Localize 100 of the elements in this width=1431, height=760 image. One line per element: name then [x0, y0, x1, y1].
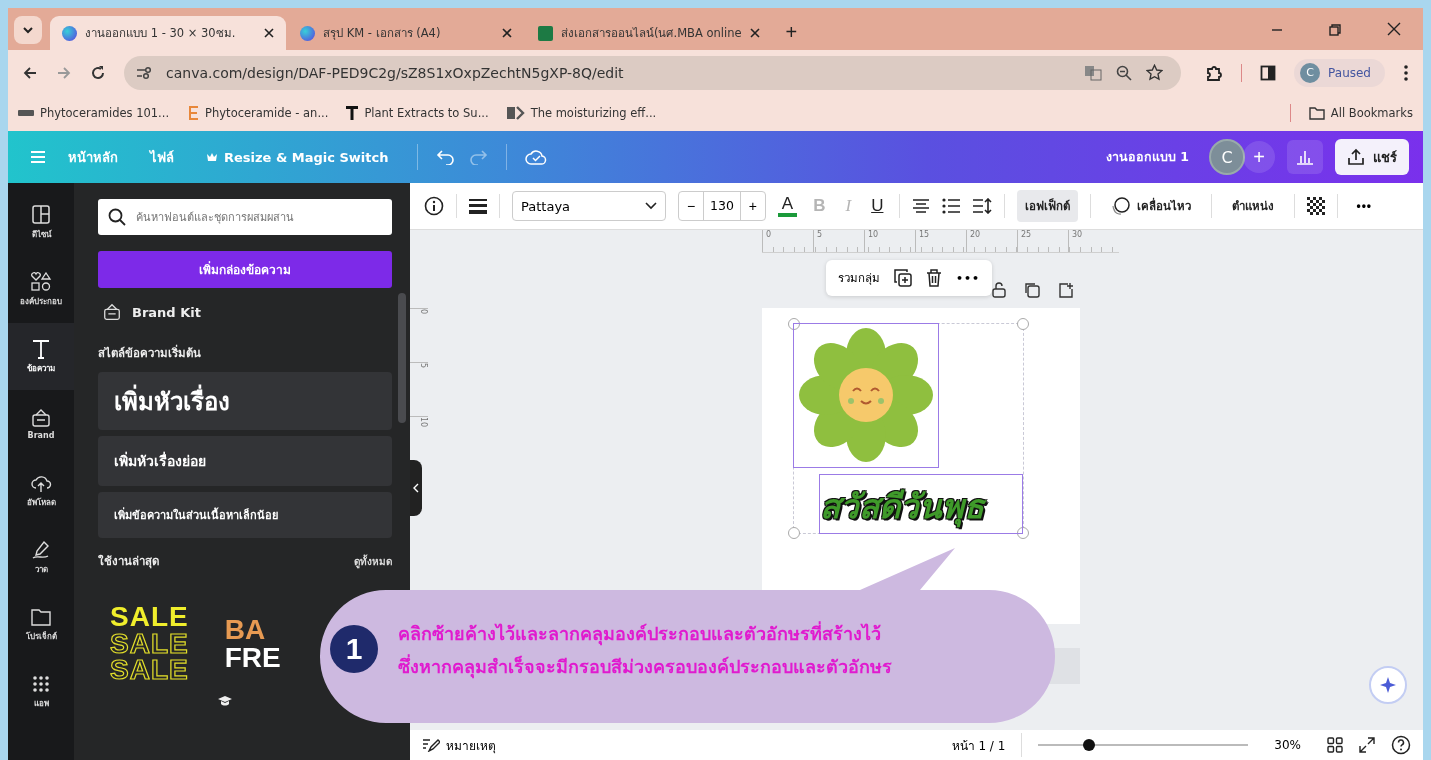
grid-view-icon[interactable]	[1327, 737, 1343, 753]
search-field[interactable]: ค้นหาฟอนต์และชุดการผสมผสาน	[98, 199, 392, 235]
back-arrow-icon[interactable]	[22, 64, 38, 81]
caret-icon[interactable]	[645, 202, 657, 210]
rail-item[interactable]: ข้อความ	[8, 323, 74, 390]
zoom-percent[interactable]: 30%	[1274, 738, 1301, 752]
star-icon[interactable]	[1146, 64, 1164, 81]
text-style-card[interactable]: เพิ่มหัวเรื่องย่อย	[98, 436, 392, 486]
profile-button[interactable]: C Paused	[1294, 58, 1385, 87]
bookmark-item[interactable]: Plant Extracts to Su...	[346, 106, 489, 120]
lock-icon[interactable]	[992, 282, 1006, 298]
chevron-left-icon[interactable]	[413, 483, 419, 493]
page-indicator[interactable]: หน้า 1 / 1	[951, 735, 1006, 755]
decrease-size-button[interactable]: −	[679, 197, 703, 215]
font-size-control[interactable]: − 130 +	[678, 191, 766, 221]
close-icon[interactable]	[502, 28, 512, 38]
crown-icon[interactable]	[206, 151, 218, 163]
notes-button[interactable]: หมายเหตุ	[422, 735, 496, 755]
animate-button[interactable]: เคลื่อนไหว	[1103, 190, 1200, 222]
layout-icon[interactable]	[30, 204, 52, 225]
duplicate-icon[interactable]	[894, 269, 912, 287]
briefcase-icon[interactable]	[30, 407, 52, 428]
font-combination-card[interactable]: SALE SALE SALE	[98, 604, 189, 684]
sparkle-icon[interactable]	[1379, 676, 1397, 694]
restore-icon[interactable]	[1329, 24, 1341, 36]
sidebar-icon[interactable]	[1260, 64, 1277, 81]
brand-kit-link[interactable]: Brand Kit	[102, 302, 392, 322]
text-style-card[interactable]: เพิ่มหัวเรื่อง	[98, 372, 392, 430]
translate-icon[interactable]	[1084, 64, 1103, 81]
bar-chart-icon[interactable]	[1296, 149, 1314, 165]
zoom-slider-thumb[interactable]	[1082, 739, 1095, 751]
rail-item[interactable]: วาด	[8, 524, 74, 591]
help-icon[interactable]	[1391, 735, 1411, 755]
shapes-icon[interactable]	[30, 271, 52, 292]
copy-icon[interactable]	[1024, 282, 1040, 298]
rail-item[interactable]: Brand	[8, 390, 74, 457]
close-icon[interactable]	[1387, 22, 1401, 36]
format-button[interactable]: A	[777, 195, 798, 217]
rail-item[interactable]: โปรเจ็กต์	[8, 591, 74, 658]
text-icon[interactable]	[30, 338, 52, 359]
browser-tab[interactable]: สรุป KM - เอกสาร (A4)	[288, 16, 524, 50]
trash-icon[interactable]	[926, 269, 942, 287]
format-button[interactable]: U	[867, 196, 888, 216]
rail-item[interactable]: ดีไซน์	[8, 189, 74, 256]
folder-icon[interactable]	[30, 606, 52, 627]
line-spacing-icon[interactable]	[972, 198, 993, 214]
cloud-saved-icon[interactable]	[524, 149, 547, 165]
transparency-icon[interactable]	[1307, 197, 1326, 215]
share-button[interactable]: แชร์	[1335, 139, 1409, 175]
browser-tab[interactable]: งานออกแบบ 1 - 30 × 30ซม.	[50, 16, 286, 50]
collapse-panel-handle[interactable]	[410, 460, 422, 516]
circles-icon[interactable]	[1111, 197, 1132, 215]
align-center-icon[interactable]	[912, 198, 931, 214]
info-icon[interactable]	[424, 196, 444, 216]
mbg-favicon-icon	[18, 110, 34, 116]
more-button[interactable]: •••	[1350, 198, 1379, 214]
rail-item[interactable]: อัพโหลด	[8, 457, 74, 524]
puzzle-icon[interactable]	[1205, 63, 1224, 82]
font-size-value[interactable]: 130	[703, 192, 741, 220]
browser-tab[interactable]: ส่งเอกสารออนไลน์(นศ.MBA online	[526, 16, 772, 50]
notes-icon[interactable]	[422, 738, 440, 752]
group-button[interactable]: รวมกลุ่ม	[838, 269, 880, 287]
address-bar[interactable]: canva.com/design/DAF-PED9C2g/sZ8S1xOxpZechtN5gXP-8Q/edit	[124, 55, 1182, 90]
fullscreen-icon[interactable]	[1359, 737, 1375, 753]
upload-icon[interactable]	[1347, 148, 1365, 166]
rail-item[interactable]: แอพ	[8, 658, 74, 725]
folder-icon[interactable]	[1308, 106, 1325, 120]
zoom-icon[interactable]	[1116, 64, 1133, 81]
see-all-link[interactable]: ดูทั้งหมด	[354, 553, 392, 569]
close-icon[interactable]	[749, 28, 760, 38]
tab-search-button[interactable]	[14, 16, 42, 44]
font-combination-card[interactable]: BA FRE	[224, 604, 281, 684]
add-textbox-button[interactable]: เพิ่มกล่องข้อความ	[98, 251, 392, 288]
site-settings-icon[interactable]	[136, 65, 152, 80]
bookmark-item[interactable]: The moisturizing eff...	[506, 106, 657, 120]
apps-grid-icon[interactable]	[30, 673, 52, 694]
more-button[interactable]: •••	[956, 271, 981, 285]
magic-assistant-button[interactable]	[1369, 666, 1407, 704]
new-tab-button[interactable]: +	[779, 21, 804, 44]
rail-item[interactable]: องค์ประกอบ	[8, 256, 74, 323]
design-title[interactable]: งานออกแบบ 1	[1105, 147, 1189, 167]
circle-favicon-icon	[62, 25, 77, 41]
bookmark-item[interactable]: Phytoceramides 101...	[18, 106, 170, 120]
position-button[interactable]: ตำแหน่ง	[1224, 190, 1283, 222]
add-page-icon[interactable]	[1058, 282, 1074, 298]
text-style-card[interactable]: เพิ่มข้อความในส่วนเนื้อหาเล็กน้อย	[98, 492, 392, 538]
effects-button[interactable]: เอฟเฟ็กต์	[1017, 190, 1079, 222]
font-dropdown[interactable]: Pattaya	[512, 191, 666, 221]
bookmark-item[interactable]: Phytoceramide - an...	[187, 105, 329, 121]
menu-icon[interactable]	[1403, 63, 1409, 82]
undo-icon[interactable]	[435, 149, 456, 165]
chevron-down-icon[interactable]	[22, 24, 34, 36]
line-weight-icon[interactable]	[469, 198, 487, 214]
bullet-list-icon[interactable]	[942, 198, 961, 214]
all-bookmarks-button[interactable]: All Bookmarks	[1308, 106, 1413, 120]
increase-size-button[interactable]: +	[740, 197, 765, 215]
insights-button[interactable]	[1287, 140, 1323, 174]
reload-icon[interactable]	[90, 64, 106, 81]
close-icon[interactable]	[264, 28, 274, 38]
add-collaborator-button[interactable]: +	[1243, 141, 1275, 173]
